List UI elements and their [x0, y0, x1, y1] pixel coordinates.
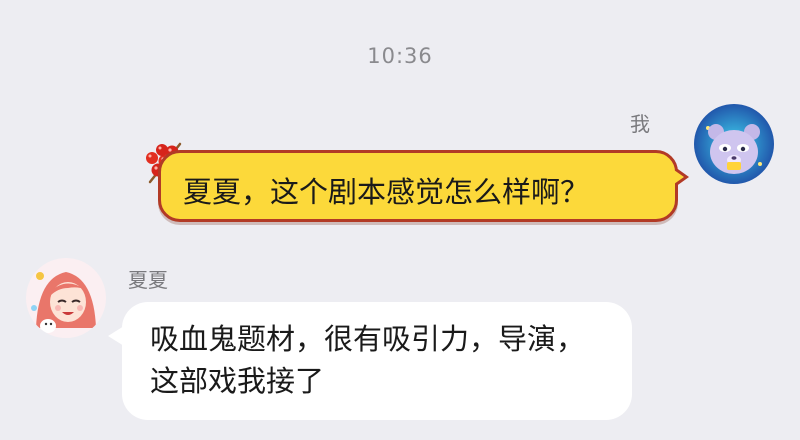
- message-text-me: 夏夏，这个剧本感觉怎么样啊？: [183, 175, 590, 209]
- chat-timestamp: 10:36: [367, 44, 433, 68]
- message-bubble-me[interactable]: 夏夏，这个剧本感觉怎么样啊？: [158, 150, 689, 222]
- sender-name-me: 我: [630, 112, 650, 136]
- avatar-me[interactable]: [694, 104, 774, 184]
- bear-avatar-icon: [694, 104, 774, 184]
- message-text-other: 吸血鬼题材，很有吸引力，导演，这部戏我接了: [150, 322, 586, 398]
- sender-name-other: 夏夏: [128, 268, 168, 292]
- bubble-tail: [108, 326, 124, 346]
- message-bubble-other[interactable]: 吸血鬼题材，很有吸引力，导演，这部戏我接了: [108, 302, 632, 420]
- bubble-tail-inner: [674, 170, 684, 184]
- girl-avatar-icon: [26, 258, 106, 338]
- avatar-other[interactable]: [26, 258, 106, 338]
